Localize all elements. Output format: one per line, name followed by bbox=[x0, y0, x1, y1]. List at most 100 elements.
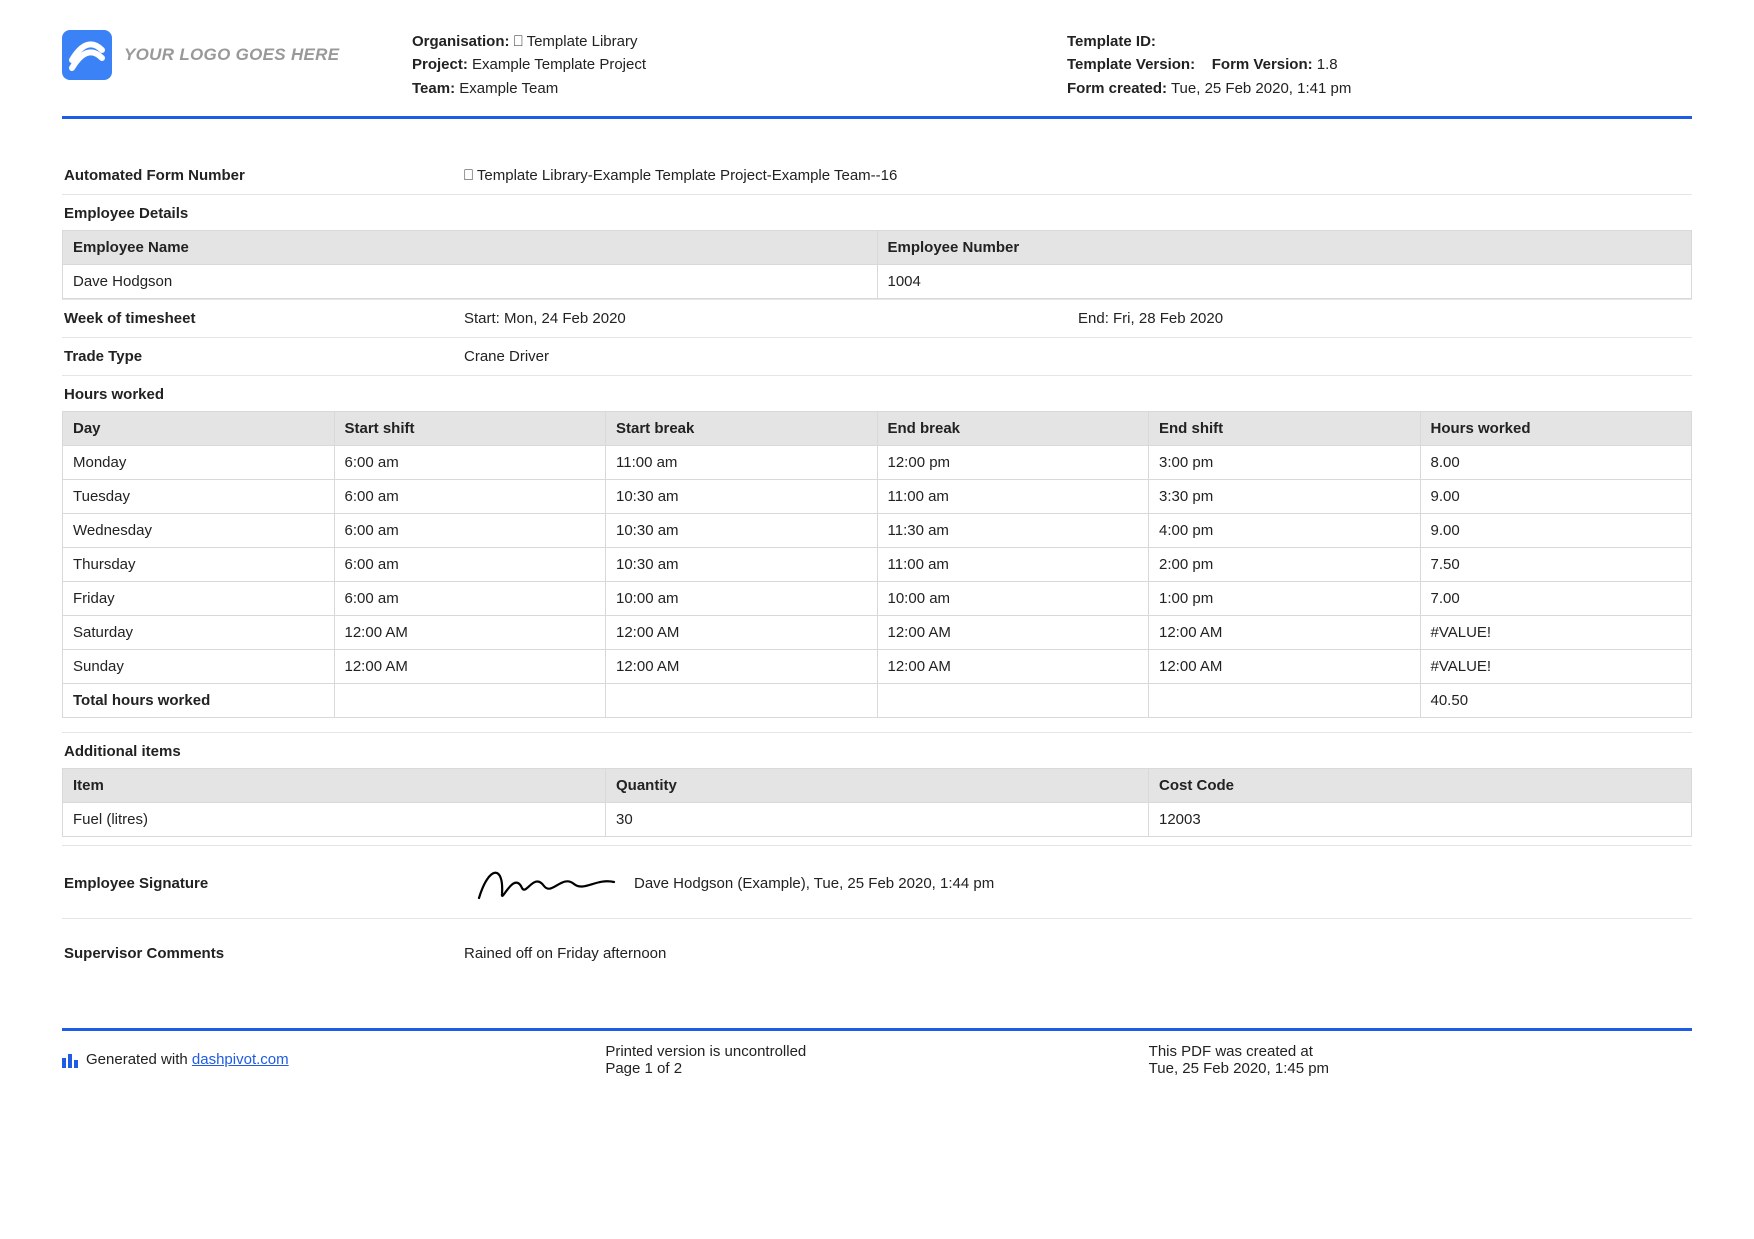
hours-table: DayStart shiftStart breakEnd breakEnd sh… bbox=[62, 411, 1692, 718]
org-value: ⎕ Template Library bbox=[514, 33, 638, 50]
created-label: Form created: bbox=[1067, 80, 1167, 97]
table-cell: 12:00 AM bbox=[1149, 615, 1421, 649]
week-start: Start: Mon, 24 Feb 2020 bbox=[464, 310, 1078, 327]
created-value: Tue, 25 Feb 2020, 1:41 pm bbox=[1171, 80, 1351, 97]
logo-block: YOUR LOGO GOES HERE bbox=[62, 30, 382, 80]
footer-rule bbox=[62, 1028, 1692, 1031]
table-cell: 12:00 AM bbox=[1149, 649, 1421, 683]
emp-details-title: Employee Details bbox=[62, 194, 1692, 230]
hours-total-value: 40.50 bbox=[1420, 683, 1692, 717]
footer-right-1: This PDF was created at bbox=[1149, 1043, 1692, 1060]
team-label: Team: bbox=[412, 80, 455, 97]
week-label: Week of timesheet bbox=[62, 310, 464, 327]
table-cell: 12003 bbox=[1149, 802, 1692, 836]
table-cell: Monday bbox=[63, 445, 335, 479]
sup-value: Rained off on Friday afternoon bbox=[464, 945, 1692, 962]
table-cell: 12:00 AM bbox=[877, 615, 1149, 649]
table-cell: #VALUE! bbox=[1420, 615, 1692, 649]
sup-label: Supervisor Comments bbox=[62, 945, 464, 962]
gen-prefix: Generated with bbox=[86, 1051, 192, 1068]
table-cell: 11:00 am bbox=[606, 445, 878, 479]
table-cell: 12:00 AM bbox=[606, 649, 878, 683]
fver-label: Form Version: bbox=[1212, 56, 1313, 73]
table-cell bbox=[1149, 683, 1421, 717]
proj-label: Project: bbox=[412, 56, 468, 73]
footer-center-1: Printed version is uncontrolled bbox=[605, 1043, 1148, 1060]
table-cell: Wednesday bbox=[63, 513, 335, 547]
table-cell bbox=[606, 683, 878, 717]
hours-header: End break bbox=[877, 411, 1149, 445]
table-cell: 12:00 pm bbox=[877, 445, 1149, 479]
items-header: Cost Code bbox=[1149, 768, 1692, 802]
table-cell: 12:00 AM bbox=[334, 615, 606, 649]
table-cell: 11:30 am bbox=[877, 513, 1149, 547]
table-cell: 10:30 am bbox=[606, 547, 878, 581]
emp-name-header: Employee Name bbox=[63, 230, 878, 264]
hours-total-row: Total hours worked40.50 bbox=[63, 683, 1692, 717]
emp-num-header: Employee Number bbox=[877, 230, 1692, 264]
week-end: End: Fri, 28 Feb 2020 bbox=[1078, 310, 1692, 327]
dashpivot-link[interactable]: dashpivot.com bbox=[192, 1051, 289, 1068]
table-cell: 6:00 am bbox=[334, 513, 606, 547]
table-cell bbox=[877, 683, 1149, 717]
table-cell: 9.00 bbox=[1420, 479, 1692, 513]
table-cell bbox=[334, 683, 606, 717]
sig-label: Employee Signature bbox=[62, 875, 464, 892]
items-table: ItemQuantityCost Code Fuel (litres)30120… bbox=[62, 768, 1692, 837]
footer-center: Printed version is uncontrolled Page 1 o… bbox=[605, 1043, 1148, 1077]
table-row: Saturday12:00 AM12:00 AM12:00 AM12:00 AM… bbox=[63, 615, 1692, 649]
table-cell: 7.00 bbox=[1420, 581, 1692, 615]
table-cell: 10:30 am bbox=[606, 513, 878, 547]
afn-value: ⎕ Template Library-Example Template Proj… bbox=[464, 167, 1692, 184]
items-title: Additional items bbox=[62, 732, 1692, 768]
form-body: Automated Form Number ⎕ Template Library… bbox=[62, 157, 1692, 1077]
hours-header: Hours worked bbox=[1420, 411, 1692, 445]
page: YOUR LOGO GOES HERE Organisation: ⎕ Temp… bbox=[62, 30, 1692, 1117]
table-cell: 3:00 pm bbox=[1149, 445, 1421, 479]
table-cell: Thursday bbox=[63, 547, 335, 581]
afn-label: Automated Form Number bbox=[62, 167, 464, 184]
table-cell: 10:00 am bbox=[606, 581, 878, 615]
footer-right-2: Tue, 25 Feb 2020, 1:45 pm bbox=[1149, 1060, 1692, 1077]
trade-value: Crane Driver bbox=[464, 348, 1692, 365]
table-cell: 7.50 bbox=[1420, 547, 1692, 581]
table-row: Tuesday6:00 am10:30 am11:00 am3:30 pm9.0… bbox=[63, 479, 1692, 513]
table-cell: 11:00 am bbox=[877, 479, 1149, 513]
row-week: Week of timesheet Start: Mon, 24 Feb 202… bbox=[62, 299, 1692, 337]
table-cell: #VALUE! bbox=[1420, 649, 1692, 683]
table-cell: 6:00 am bbox=[334, 581, 606, 615]
proj-value: Example Template Project bbox=[472, 56, 646, 73]
trade-label: Trade Type bbox=[62, 348, 464, 365]
table-row: Fuel (litres)3012003 bbox=[63, 802, 1692, 836]
footer-left: Generated with dashpivot.com bbox=[62, 1043, 605, 1077]
row-afn: Automated Form Number ⎕ Template Library… bbox=[62, 157, 1692, 194]
table-cell: 30 bbox=[606, 802, 1149, 836]
hours-header: End shift bbox=[1149, 411, 1421, 445]
table-cell: 10:30 am bbox=[606, 479, 878, 513]
header-col-right: Template ID: Template Version: Form Vers… bbox=[1067, 30, 1692, 100]
table-cell: 2:00 pm bbox=[1149, 547, 1421, 581]
hours-header: Start shift bbox=[334, 411, 606, 445]
table-cell: 4:00 pm bbox=[1149, 513, 1421, 547]
items-header: Item bbox=[63, 768, 606, 802]
emp-num: 1004 bbox=[877, 264, 1692, 298]
table-cell: 6:00 am bbox=[334, 479, 606, 513]
hours-header: Start break bbox=[606, 411, 878, 445]
table-cell: 10:00 am bbox=[877, 581, 1149, 615]
table-row: Wednesday6:00 am10:30 am11:30 am4:00 pm9… bbox=[63, 513, 1692, 547]
emp-name: Dave Hodgson bbox=[63, 264, 878, 298]
footer: Generated with dashpivot.com Printed ver… bbox=[62, 1043, 1692, 1077]
table-cell: 8.00 bbox=[1420, 445, 1692, 479]
table-cell: Friday bbox=[63, 581, 335, 615]
table-cell: 12:00 AM bbox=[606, 615, 878, 649]
logo-icon bbox=[62, 30, 112, 80]
hours-header: Day bbox=[63, 411, 335, 445]
bars-icon bbox=[62, 1052, 78, 1068]
table-cell: Sunday bbox=[63, 649, 335, 683]
table-cell: 12:00 AM bbox=[334, 649, 606, 683]
table-cell: Saturday bbox=[63, 615, 335, 649]
sig-text: Dave Hodgson (Example), Tue, 25 Feb 2020… bbox=[634, 875, 994, 892]
hours-title: Hours worked bbox=[62, 375, 1692, 411]
table-cell: 1:00 pm bbox=[1149, 581, 1421, 615]
table-cell: 9.00 bbox=[1420, 513, 1692, 547]
